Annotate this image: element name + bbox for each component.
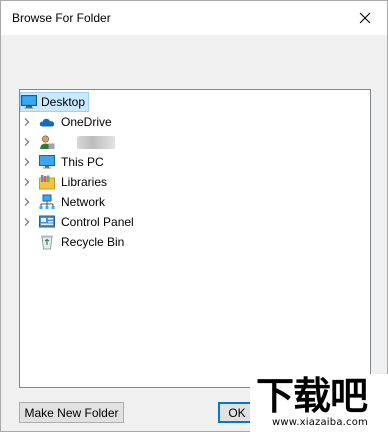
tree-item-label: Recycle Bin [61,235,125,249]
network-icon [39,194,55,209]
chevron-right-icon[interactable] [23,178,31,186]
close-icon [359,12,371,24]
tree-item-label: Libraries [61,175,108,189]
tree-item-network[interactable]: Network [20,192,360,212]
tree-item-label: OneDrive [61,115,112,129]
this-pc-icon [39,155,55,169]
watermark-logo: 下载吧 www.xiazaiba.com [250,374,388,432]
libraries-icon [39,175,55,190]
chevron-right-icon[interactable] [23,138,31,146]
tree-item-label: This PC [61,155,104,169]
tree-item-label: Desktop [41,95,86,109]
tree-item-desktop[interactable]: Desktop [20,92,360,112]
tree-item-recycle-bin[interactable]: Recycle Bin [20,232,360,252]
watermark-url: www.xiazaiba.com [272,417,368,428]
chevron-right-icon[interactable] [23,218,31,226]
description-area [1,35,387,89]
title-bar: Browse For Folder [1,1,387,35]
onedrive-cloud-icon [39,118,55,127]
chevron-right-icon[interactable] [23,198,31,206]
desktop-icon [21,95,37,109]
recycle-bin-icon [41,235,53,250]
tree-item-user[interactable] [20,132,360,152]
ok-label: OK [228,405,246,420]
tree-item-libraries[interactable]: Libraries [20,172,360,192]
chevron-right-icon[interactable] [23,158,31,166]
folder-tree[interactable]: Desktop OneDrive This PC Libraries Netwo… [19,89,371,388]
tree-item-onedrive[interactable]: OneDrive [20,112,360,132]
make-new-folder-label: Make New Folder [24,405,119,420]
make-new-folder-button[interactable]: Make New Folder [19,402,124,423]
control-panel-icon [39,215,55,228]
watermark-brand: 下载吧 [256,374,368,418]
close-button[interactable] [343,1,387,35]
tree-item-this-pc[interactable]: This PC [20,152,360,172]
chevron-right-icon[interactable] [23,118,31,126]
dialog-title: Browse For Folder [12,11,111,25]
tree-item-control-panel[interactable]: Control Panel [20,212,360,232]
redacted-username [77,136,115,149]
browse-for-folder-dialog: Browse For Folder Desktop OneDrive This … [0,0,388,432]
tree-item-label: Control Panel [61,215,134,229]
user-folder-icon [40,135,55,149]
tree-item-label: Network [61,195,106,209]
